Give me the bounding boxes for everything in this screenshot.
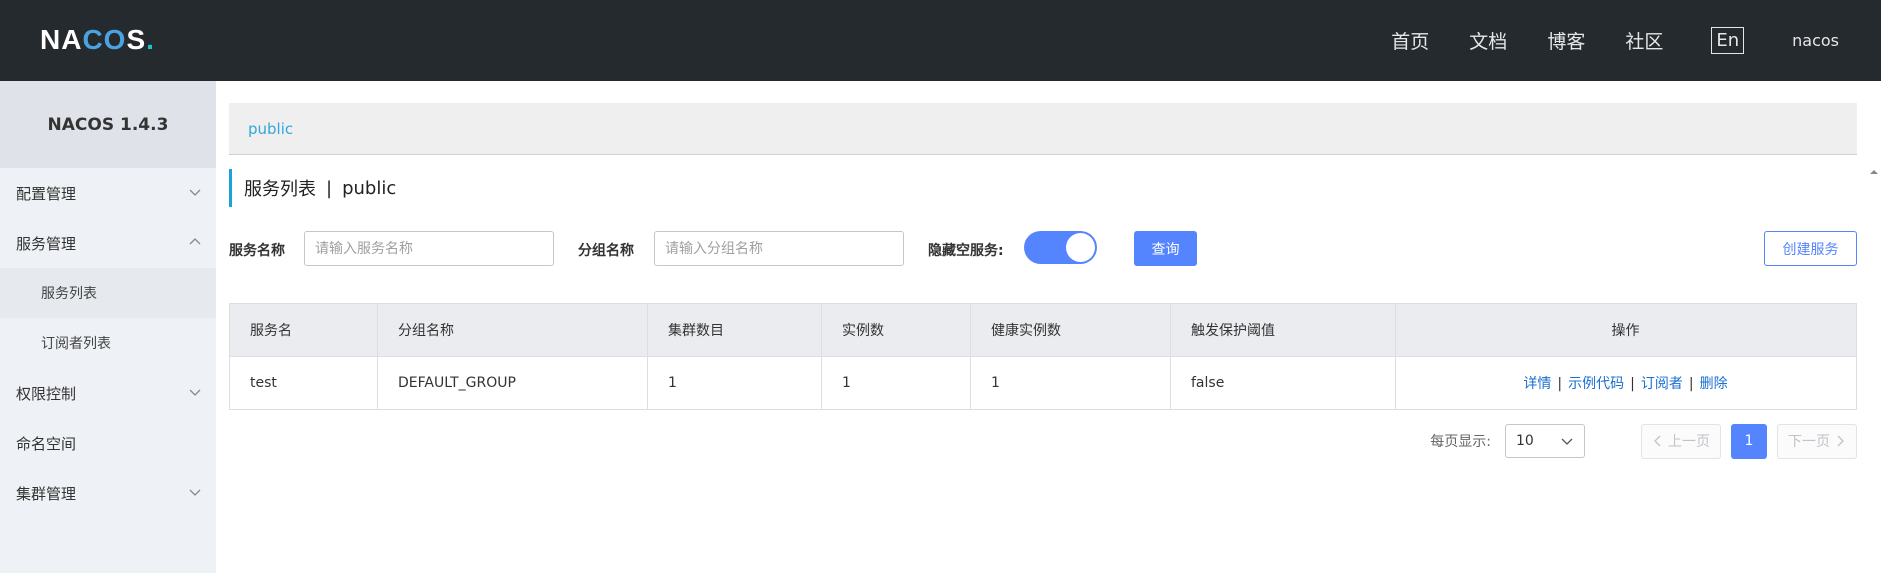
col-group-name: 分组名称 bbox=[377, 303, 648, 357]
cell-healthy-count: 1 bbox=[970, 356, 1171, 410]
sidebar-item-namespace[interactable]: 命名空间 bbox=[0, 418, 216, 468]
cell-cluster-count: 1 bbox=[647, 356, 822, 410]
sidebar-item-service[interactable]: 服务管理 bbox=[0, 218, 216, 268]
chevron-left-icon bbox=[1654, 435, 1661, 447]
delete-link[interactable]: 删除 bbox=[1700, 376, 1728, 392]
nav-home[interactable]: 首页 bbox=[1391, 27, 1429, 54]
filter-bar: 服务名称 分组名称 隐藏空服务: 查询 创建服务 bbox=[229, 231, 1857, 267]
next-page-button[interactable]: 下一页 bbox=[1777, 423, 1857, 459]
hide-empty-label: 隐藏空服务: bbox=[928, 243, 1004, 259]
sidebar-item-config[interactable]: 配置管理 bbox=[0, 168, 216, 218]
col-protect-threshold: 触发保护阈值 bbox=[1170, 303, 1396, 357]
chevron-right-icon bbox=[1837, 435, 1844, 447]
cell-instance-count: 1 bbox=[821, 356, 971, 410]
page-title: 服务列表 | public bbox=[229, 169, 396, 207]
sample-code-link[interactable]: 示例代码 bbox=[1568, 376, 1624, 392]
chevron-up-icon bbox=[189, 238, 201, 245]
sidebar-title: NACOS 1.4.3 bbox=[0, 81, 216, 168]
sidebar-item-subscriber-list[interactable]: 订阅者列表 bbox=[0, 318, 216, 368]
col-operations: 操作 bbox=[1395, 303, 1857, 357]
page-size-label: 每页显示: bbox=[1430, 434, 1491, 450]
nav-blog[interactable]: 博客 bbox=[1547, 27, 1585, 54]
col-healthy-count: 健康实例数 bbox=[970, 303, 1171, 357]
sidebar-item-label: 服务管理 bbox=[16, 234, 77, 253]
top-header: NACOS. 首页 文档 博客 社区 En nacos bbox=[0, 0, 1881, 81]
sidebar-item-label: 配置管理 bbox=[16, 184, 77, 203]
namespace-link[interactable]: public bbox=[248, 120, 293, 138]
col-instance-count: 实例数 bbox=[821, 303, 971, 357]
sidebar-item-cluster[interactable]: 集群管理 bbox=[0, 468, 216, 518]
sidebar: NACOS 1.4.3 配置管理 服务管理 服务列表 订阅者列表 权限控制 命名… bbox=[0, 81, 216, 573]
page-size-select[interactable]: 10 bbox=[1505, 424, 1585, 458]
sidebar-item-label: 集群管理 bbox=[16, 484, 77, 503]
sidebar-item-label: 命名空间 bbox=[16, 434, 77, 453]
prev-page-button[interactable]: 上一页 bbox=[1641, 423, 1721, 459]
chevron-down-icon bbox=[1561, 438, 1573, 445]
sidebar-item-label: 权限控制 bbox=[16, 384, 77, 403]
sidebar-item-service-list[interactable]: 服务列表 bbox=[0, 268, 216, 318]
detail-link[interactable]: 详情 bbox=[1523, 376, 1551, 392]
main-content: public 服务列表 | public 服务名称 分组名称 隐藏空服务: 查询… bbox=[216, 81, 1881, 573]
page-number-current[interactable]: 1 bbox=[1731, 423, 1767, 459]
hide-empty-toggle[interactable] bbox=[1024, 231, 1097, 264]
service-table: 服务名 分组名称 集群数目 实例数 健康实例数 触发保护阈值 操作 test D… bbox=[229, 303, 1857, 410]
nacos-logo[interactable]: NACOS. bbox=[40, 24, 155, 56]
nav-docs[interactable]: 文档 bbox=[1469, 27, 1507, 54]
language-switch[interactable]: En bbox=[1711, 27, 1745, 54]
chevron-down-icon bbox=[189, 389, 201, 396]
nav-community[interactable]: 社区 bbox=[1625, 27, 1663, 54]
pagination: 每页显示: 10 上一页 1 下一页 bbox=[1430, 423, 1857, 459]
cell-protect-threshold: false bbox=[1170, 356, 1396, 410]
toggle-knob bbox=[1066, 233, 1095, 262]
chevron-down-icon bbox=[189, 189, 201, 196]
group-name-label: 分组名称 bbox=[578, 243, 634, 259]
top-nav: 首页 文档 博客 社区 En nacos bbox=[1391, 0, 1881, 81]
cell-service-name: test bbox=[229, 356, 378, 410]
group-name-input[interactable] bbox=[654, 231, 904, 266]
sidebar-item-auth[interactable]: 权限控制 bbox=[0, 368, 216, 418]
create-service-button[interactable]: 创建服务 bbox=[1764, 231, 1857, 266]
service-name-input[interactable] bbox=[304, 231, 554, 266]
table-header-row: 服务名 分组名称 集群数目 实例数 健康实例数 触发保护阈值 操作 bbox=[229, 303, 1857, 357]
service-name-label: 服务名称 bbox=[229, 243, 285, 259]
user-name[interactable]: nacos bbox=[1792, 31, 1839, 50]
subscribers-link[interactable]: 订阅者 bbox=[1641, 376, 1683, 392]
chevron-down-icon bbox=[189, 489, 201, 496]
cell-operations: 详情 | 示例代码 | 订阅者 | 删除 bbox=[1395, 356, 1857, 410]
col-service-name: 服务名 bbox=[229, 303, 378, 357]
table-row: test DEFAULT_GROUP 1 1 1 false 详情 | 示例代码 | 订… bbox=[229, 356, 1857, 410]
query-button[interactable]: 查询 bbox=[1134, 231, 1197, 266]
scrollbar-up-arrow[interactable] bbox=[1869, 167, 1879, 177]
cell-group-name: DEFAULT_GROUP bbox=[377, 356, 648, 410]
namespace-bar: public bbox=[229, 103, 1857, 155]
col-cluster-count: 集群数目 bbox=[647, 303, 822, 357]
